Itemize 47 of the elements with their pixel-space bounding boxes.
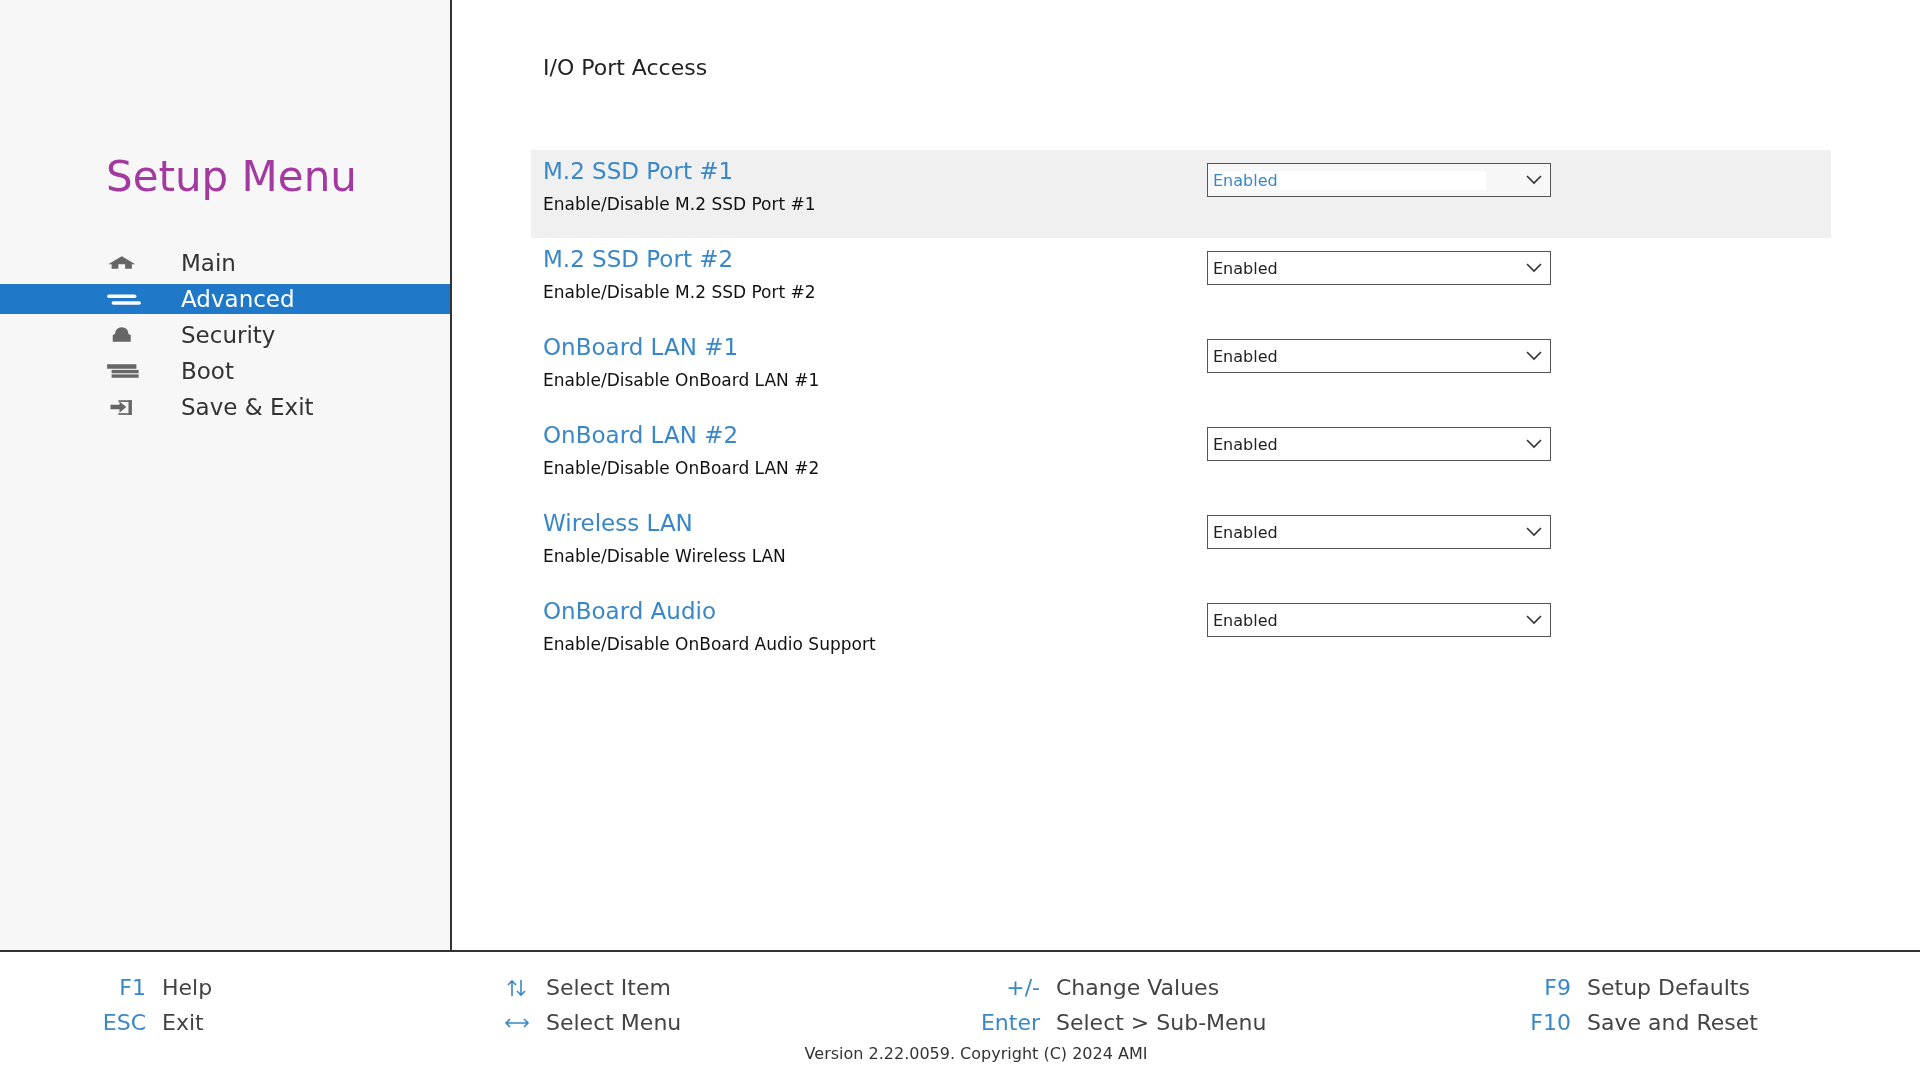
key-label: Enter xyxy=(980,1010,1040,1035)
setting-label: OnBoard LAN #2 xyxy=(543,422,740,450)
dropdown[interactable]: Enabled xyxy=(1207,251,1551,285)
setting-description: Enable/Disable Wireless LAN xyxy=(543,546,787,566)
key-action-label: Help xyxy=(162,975,213,1000)
key-action-label: Exit xyxy=(162,1010,204,1035)
chevron-down-icon xyxy=(1526,263,1542,273)
setting-label: Wireless LAN xyxy=(543,510,694,538)
page-title: I/O Port Access xyxy=(542,55,709,80)
setting-description: Enable/Disable OnBoard LAN #2 xyxy=(543,458,821,478)
setting-label: M.2 SSD Port #2 xyxy=(543,246,735,274)
key-action-label: Select > Sub-Menu xyxy=(1056,1010,1267,1035)
drive-icon xyxy=(106,362,142,380)
chevron-down-icon xyxy=(1526,175,1542,185)
key-label: F1 xyxy=(119,975,146,1000)
key-action-label: Select Item xyxy=(546,975,671,1000)
setting-description: Enable/Disable OnBoard Audio Support xyxy=(543,634,877,654)
key-action-label: Change Values xyxy=(1056,975,1220,1000)
key-label: ESC xyxy=(102,1010,146,1035)
sidebar-item[interactable]: Boot xyxy=(0,353,450,389)
dropdown[interactable]: Enabled xyxy=(1207,339,1551,373)
key-action-label: Save and Reset xyxy=(1587,1010,1758,1035)
setting-label: OnBoard Audio xyxy=(543,598,717,626)
chevron-down-icon xyxy=(1526,351,1542,361)
setting-description: Enable/Disable M.2 SSD Port #1 xyxy=(543,194,817,214)
version-text: Version 2.22.0059. Copyright (C) 2024 AMI xyxy=(803,1044,1149,1063)
dropdown[interactable]: Enabled xyxy=(1207,603,1551,637)
setup-menu-title: Setup Menu xyxy=(105,151,358,201)
chevron-down-icon xyxy=(1526,615,1542,625)
key-action-label: Setup Defaults xyxy=(1587,975,1750,1000)
key-action-label: Select Menu xyxy=(546,1010,682,1035)
chevron-down-icon xyxy=(1526,527,1542,537)
setting-label: OnBoard LAN #1 xyxy=(543,334,740,362)
key-label: F10 xyxy=(1530,1010,1571,1035)
setting-label: M.2 SSD Port #1 xyxy=(543,158,735,186)
sidebar-item[interactable]: Advanced xyxy=(0,284,450,314)
dropdown[interactable]: Enabled xyxy=(1207,427,1551,461)
sidebar-item[interactable]: Main xyxy=(0,245,450,281)
key-label: +/- xyxy=(1006,975,1040,1000)
dropdown[interactable]: Enabled xyxy=(1207,163,1551,197)
dropdown[interactable]: Enabled xyxy=(1207,515,1551,549)
sidebar-item[interactable]: Save & Exit xyxy=(0,389,450,425)
sidebar-item[interactable]: Security xyxy=(0,317,450,353)
setting-description: Enable/Disable OnBoard LAN #1 xyxy=(543,370,821,390)
setting-description: Enable/Disable M.2 SSD Port #2 xyxy=(543,282,817,302)
chevron-down-icon xyxy=(1526,439,1542,449)
key-label: F9 xyxy=(1544,975,1571,1000)
